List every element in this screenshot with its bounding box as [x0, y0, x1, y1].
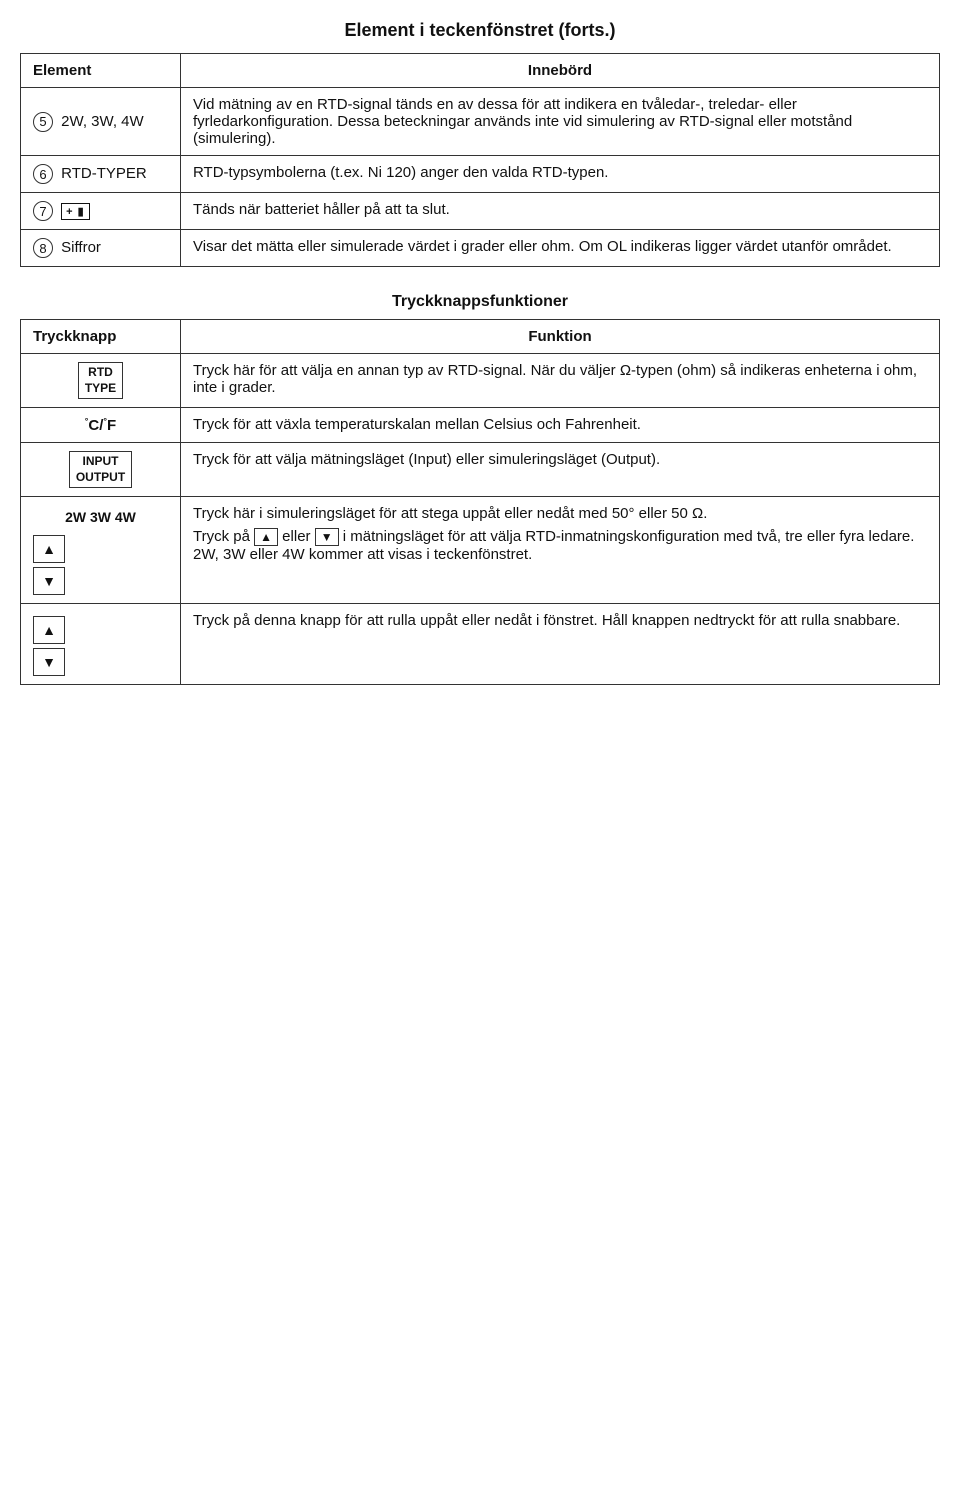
bottom-table: Tryckknappsfunktioner Tryckknapp Funktio… — [20, 285, 940, 685]
element-label: Siffror — [61, 239, 101, 256]
battery-icon: + ▮ — [61, 203, 90, 220]
btn-cell: INPUT OUTPUT — [21, 443, 181, 497]
table-row: ▲ ▼ Tryck på denna knapp för att rulla u… — [21, 604, 940, 685]
inline-arrow-down: ▼ — [315, 528, 339, 546]
top-table: Element Innebörd 5 2W, 3W, 4W Vid mätnin… — [20, 53, 940, 267]
element-cell: 6 RTD-TYPER — [21, 156, 181, 193]
top-col2-header: Innebörd — [181, 54, 940, 88]
btn-cell: 2W 3W 4W ▲ ▼ — [21, 497, 181, 604]
content-cell: Visar det mätta eller simulerade värdet … — [181, 230, 940, 267]
func-cell: Tryck för att välja mätningsläget (Input… — [181, 443, 940, 497]
btn-line1: INPUT — [83, 454, 119, 468]
btn-cell: °C/°F — [21, 408, 181, 443]
table-row: 2W 3W 4W ▲ ▼ Tryck här i simuleringsläge… — [21, 497, 940, 604]
scroll-down-button[interactable]: ▼ — [33, 648, 65, 676]
top-col1-header: Element — [21, 54, 181, 88]
func-text-2: Tryck på ▲ eller ▼ i mätningsläget för a… — [193, 528, 927, 563]
inline-arrow-up: ▲ — [254, 528, 278, 546]
btn-cell: ▲ ▼ — [21, 604, 181, 685]
scroll-arrow-buttons: ▲ ▼ — [33, 616, 168, 676]
table-row: RTD TYPE Tryck här för att välja en anna… — [21, 354, 940, 408]
func-cell: Tryck på denna knapp för att rulla uppåt… — [181, 604, 940, 685]
func-cell: Tryck här för att välja en annan typ av … — [181, 354, 940, 408]
element-label: RTD-TYPER — [61, 165, 147, 182]
bottom-col2-header: Funktion — [181, 320, 940, 354]
table-row: °C/°F Tryck för att växla temperaturskal… — [21, 408, 940, 443]
section-header: Tryckknappsfunktioner — [21, 285, 940, 320]
func-cell: Tryck för att växla temperaturskalan mel… — [181, 408, 940, 443]
arrow-down-button[interactable]: ▼ — [33, 567, 65, 595]
circle-number: 8 — [33, 238, 53, 258]
bottom-col1-header: Tryckknapp — [21, 320, 181, 354]
btn-line1: RTD — [88, 365, 113, 379]
btn-line2: OUTPUT — [76, 470, 125, 484]
btn-cell: RTD TYPE — [21, 354, 181, 408]
page-title: Element i teckenfönstret (forts.) — [20, 20, 940, 41]
content-cell: Vid mätning av en RTD-signal tänds en av… — [181, 88, 940, 156]
scroll-up-button[interactable]: ▲ — [33, 616, 65, 644]
circle-number: 7 — [33, 201, 53, 221]
table-row: 5 2W, 3W, 4W Vid mätning av en RTD-signa… — [21, 88, 940, 156]
element-cell: 8 Siffror — [21, 230, 181, 267]
element-label: 2W, 3W, 4W — [61, 112, 144, 129]
table-row: 7 + ▮ Tänds när batteriet håller på att … — [21, 193, 940, 230]
circle-number: 6 — [33, 164, 53, 184]
celsius-fahrenheit-label[interactable]: °C/°F — [85, 417, 116, 434]
element-cell: 7 + ▮ — [21, 193, 181, 230]
func-cell: Tryck här i simuleringsläget för att ste… — [181, 497, 940, 604]
2w3w4w-label: 2W 3W 4W — [33, 509, 168, 525]
input-output-button[interactable]: INPUT OUTPUT — [69, 451, 132, 488]
table-row: 8 Siffror Visar det mätta eller simulera… — [21, 230, 940, 267]
circle-number: 5 — [33, 112, 53, 132]
table-row: 6 RTD-TYPER RTD-typsymbolerna (t.ex. Ni … — [21, 156, 940, 193]
content-cell: Tänds när batteriet håller på att ta slu… — [181, 193, 940, 230]
content-cell: RTD-typsymbolerna (t.ex. Ni 120) anger d… — [181, 156, 940, 193]
btn-line2: TYPE — [85, 381, 116, 395]
element-cell: 5 2W, 3W, 4W — [21, 88, 181, 156]
table-row: INPUT OUTPUT Tryck för att välja mätning… — [21, 443, 940, 497]
rtd-type-button[interactable]: RTD TYPE — [78, 362, 123, 399]
func-text-1: Tryck här i simuleringsläget för att ste… — [193, 505, 927, 522]
arrow-buttons: ▲ ▼ — [33, 535, 168, 595]
arrow-up-button[interactable]: ▲ — [33, 535, 65, 563]
